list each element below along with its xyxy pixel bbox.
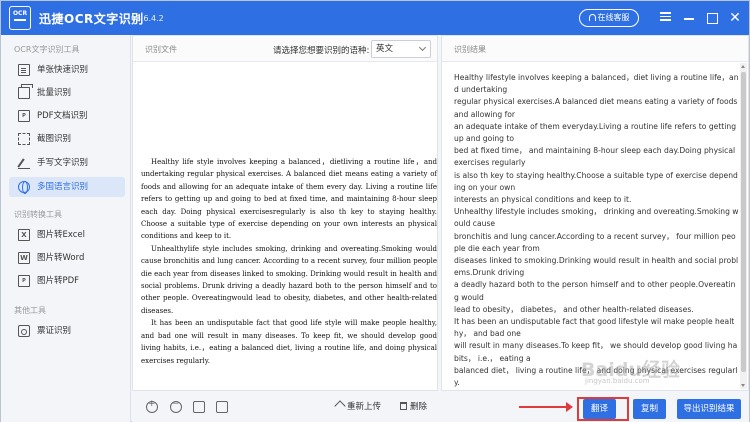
- pdf-icon: P: [18, 110, 30, 122]
- result-line: an adequate intake of them everyday.Livi…: [454, 121, 737, 144]
- result-panel-title: 识别结果: [454, 45, 486, 54]
- doc-paragraph: Healthy life style involves keeping a ba…: [141, 158, 437, 241]
- result-panel-header: 识别结果: [442, 36, 748, 62]
- source-panel-header: 识别文件 请选择您想要识别的语种: 英文: [133, 36, 437, 62]
- rotate-right-icon[interactable]: [216, 401, 228, 413]
- language-label: 请选择您想要识别的语种:: [273, 46, 370, 56]
- screenshot-icon: [18, 133, 30, 145]
- sidebar: OCR文字识别工具 单张快速识别 批量识别 P PDF文档识别 截图识别 手写文字…: [1, 35, 131, 422]
- pdf-icon: P: [18, 275, 30, 287]
- result-line: regular physical exercises.A balanced di…: [454, 97, 738, 119]
- headset-icon: [588, 14, 596, 21]
- language-select[interactable]: 英文: [371, 40, 431, 58]
- result-line: bed at fixed time， and maintaining 8-hou…: [454, 146, 736, 168]
- globe-icon: [18, 181, 30, 194]
- sidebar-item-word[interactable]: W 图片转Word: [9, 248, 125, 268]
- sidebar-section-convert: 识别转换工具: [14, 210, 62, 219]
- sidebar-item-single[interactable]: 单张快速识别: [9, 60, 125, 80]
- result-line: is also th key to staying healthy.Choose…: [454, 170, 738, 192]
- reupload-button[interactable]: 重新上传: [334, 400, 381, 412]
- batch-icon: [18, 84, 33, 99]
- result-line: lead to obesity， diabetes， and other hea…: [454, 304, 694, 314]
- minimize-icon[interactable]: [681, 10, 697, 26]
- document-icon: [18, 64, 30, 76]
- bottom-toolbar: 重新上传 删除 翻译 复制 导出识别结果: [132, 392, 749, 422]
- result-line: It has been an undisputable fact that go…: [454, 317, 735, 339]
- chevron-down-icon: [418, 43, 427, 52]
- export-button[interactable]: 导出识别结果: [677, 399, 741, 419]
- sidebar-item-multilang[interactable]: 多国语言识别: [9, 177, 125, 197]
- word-icon: W: [18, 252, 30, 264]
- app-logo: OCR: [9, 6, 31, 30]
- title-bar: OCR 迅捷OCR文字识别 v8.6.4.2 在线客服 ✕: [1, 1, 749, 35]
- sidebar-item-batch[interactable]: 批量识别: [9, 83, 125, 103]
- app-version: v8.6.4.2: [131, 14, 164, 23]
- result-line: bronchitis and lung cancer.According to …: [454, 231, 736, 253]
- app-window: OCR 迅捷OCR文字识别 v8.6.4.2 在线客服 ✕ OCR文字识别工具 …: [0, 0, 750, 422]
- sidebar-item-handwriting[interactable]: 手写文字识别: [9, 153, 125, 173]
- pen-icon: [18, 157, 30, 169]
- annotation-arrow: [519, 402, 573, 412]
- app-title: 迅捷OCR文字识别: [39, 12, 144, 26]
- result-panel: 识别结果 Healthy lifestyle involves keeping …: [441, 35, 749, 391]
- scroll-thumb[interactable]: [741, 72, 746, 372]
- upload-icon: [334, 400, 346, 412]
- maximize-icon[interactable]: [704, 10, 720, 26]
- delete-button[interactable]: 删除: [400, 400, 427, 412]
- scroll-down-icon[interactable]: [741, 384, 745, 387]
- sidebar-item-excel[interactable]: X 图片转Excel: [9, 225, 125, 245]
- result-line: interests an physical conditions and kee…: [454, 195, 632, 205]
- sidebar-section-ocr: OCR文字识别工具: [14, 45, 80, 54]
- result-line: diseases linked to smoking.Drinking woul…: [454, 256, 739, 278]
- copy-button[interactable]: 复制: [633, 399, 666, 419]
- source-panel-title: 识别文件: [145, 45, 177, 54]
- doc-paragraph: Unhealthylife style includes smoking, dr…: [141, 244, 437, 315]
- zoom-out-icon[interactable]: [170, 399, 182, 413]
- scroll-up-icon[interactable]: [741, 65, 745, 68]
- online-service-button[interactable]: 在线客服: [579, 9, 639, 27]
- menu-icon[interactable]: [657, 10, 673, 26]
- excel-icon: X: [18, 229, 30, 241]
- card-icon: [18, 325, 30, 337]
- sidebar-item-ticket[interactable]: 票证识别: [9, 321, 125, 341]
- sidebar-section-other: 其他工具: [14, 306, 46, 315]
- sidebar-item-screenshot[interactable]: 截图识别: [9, 129, 125, 149]
- document-preview: Healthy life style involves keeping a ba…: [141, 156, 437, 365]
- sidebar-item-topdf[interactable]: P 图片转PDF: [9, 271, 125, 291]
- result-textarea[interactable]: Healthy lifestyle involves keeping a bal…: [454, 72, 739, 388]
- result-line: Healthy lifestyle involves keeping a bal…: [454, 73, 739, 95]
- result-scrollbar[interactable]: [740, 63, 747, 389]
- source-panel: 识别文件 请选择您想要识别的语种: 英文 Healthy life style …: [132, 35, 438, 391]
- result-line: a deadly hazard both to the person himse…: [454, 280, 736, 302]
- doc-paragraph: It has been an undisputable fact that go…: [141, 319, 437, 365]
- sidebar-item-pdf[interactable]: P PDF文档识别: [9, 106, 125, 126]
- zoom-in-icon[interactable]: [146, 399, 158, 413]
- annotation-highlight-box: [577, 397, 629, 421]
- watermark-url: jingyan.baidu.com: [585, 377, 650, 385]
- close-icon[interactable]: ✕: [727, 10, 743, 26]
- trash-icon: [400, 402, 407, 410]
- result-line: Unhealthy lifestyle includes smoking， dr…: [454, 207, 739, 229]
- rotate-left-icon[interactable]: [193, 401, 205, 413]
